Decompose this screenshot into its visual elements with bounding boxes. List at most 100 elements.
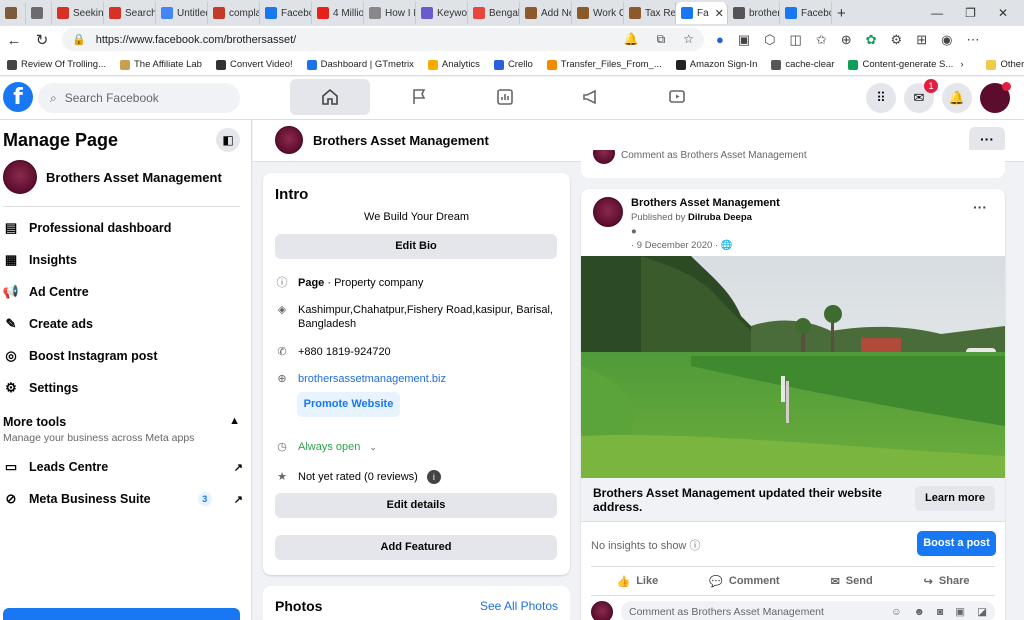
see-all-photos-link[interactable]: See All Photos — [480, 599, 558, 613]
browser-tab[interactable]: Keywor — [416, 2, 468, 24]
post-date[interactable]: · 9 December 2020 · 🌐 — [631, 240, 780, 251]
browser-tab[interactable]: Search — [104, 2, 156, 24]
sidebar-item-create-ads[interactable]: ✎ Create ads — [3, 316, 243, 332]
page-name[interactable]: Brothers Asset Management — [275, 126, 489, 154]
url-field[interactable]: 🔒 https://www.facebook.com/brothersasset… — [62, 28, 704, 51]
gif-icon[interactable]: ▣ — [955, 601, 965, 620]
bookmark-item[interactable]: The Affiliate Lab — [113, 59, 209, 70]
sidebar-item-leads-centre[interactable]: ▭ Leads Centre ↗ — [3, 459, 243, 475]
extension-icon[interactable]: ⊞ — [916, 32, 927, 48]
refresh-icon[interactable]: ↻ — [28, 31, 56, 49]
extension-icon[interactable]: ✿ — [866, 32, 877, 48]
sidebar-item-settings[interactable]: ⚙ Settings — [3, 380, 243, 396]
chevron-up-icon[interactable]: ▲ — [229, 415, 240, 427]
add-featured-button[interactable]: Add Featured — [275, 535, 557, 560]
bookmark-item[interactable]: Transfer_Files_From_... — [540, 59, 669, 70]
info-icon[interactable]: i — [426, 470, 441, 484]
previous-comment-input[interactable]: Comment as Brothers Asset Management — [621, 150, 807, 161]
close-icon[interactable]: ✕ — [715, 7, 724, 20]
emoji-icon[interactable]: ☻ — [914, 601, 925, 620]
browser-tab[interactable]: brother — [728, 2, 780, 24]
facebook-logo[interactable]: f — [3, 82, 33, 112]
extension-icon[interactable]: ▣ — [738, 32, 750, 48]
bookmarks-overflow-icon[interactable]: › — [960, 59, 963, 70]
browser-tab[interactable]: Work C — [572, 2, 624, 24]
info-icon[interactable]: ⓘ — [689, 540, 700, 552]
bookmark-item[interactable]: Convert Video! — [209, 59, 300, 70]
browser-tab[interactable]: 4 Millio — [312, 2, 364, 24]
bookmark-item[interactable]: cache-clear — [764, 59, 841, 70]
sidebar-item-boost-instagram[interactable]: ◎ Boost Instagram post — [3, 348, 243, 364]
bookmark-item[interactable]: Review Of Trolling... — [0, 59, 113, 70]
sticker-icon[interactable]: ◪ — [977, 601, 987, 620]
edit-details-button[interactable]: Edit details — [275, 493, 557, 518]
bookmark-item[interactable]: Content-generate S... — [841, 59, 960, 70]
sidebar-item-meta-business-suite[interactable]: ⊘ Meta Business Suite 3 ↗ — [3, 491, 243, 507]
post-photo[interactable] — [581, 256, 1005, 478]
website-link[interactable]: brothersassetmanagement.biz — [298, 372, 446, 386]
tab-ads[interactable] — [548, 79, 634, 115]
publisher-name[interactable]: Dilruba Deepa — [688, 212, 752, 223]
sidebar-item-professional-dashboard[interactable]: ▤ Professional dashboard — [3, 220, 243, 236]
profile-icon[interactable]: ◉ — [941, 32, 952, 48]
more-tools-section[interactable]: More tools Manage your business across M… — [3, 415, 240, 444]
link-preview[interactable]: Brothers Asset Management updated their … — [581, 478, 1005, 522]
favorites-icon[interactable]: ✩ — [816, 32, 827, 48]
split-screen-icon[interactable]: ◫ — [790, 32, 802, 48]
menu-grid-button[interactable]: ⠿ — [866, 83, 896, 113]
bookmark-item[interactable]: Dashboard | GTmetrix — [300, 59, 421, 70]
sidebar-item-insights[interactable]: ▦ Insights — [3, 252, 243, 268]
messenger-button[interactable]: ✉ 1 — [904, 79, 938, 113]
notifications-button[interactable]: 🔔 — [942, 83, 972, 113]
extension-icon[interactable]: ⬡ — [764, 32, 775, 48]
post-author[interactable]: Brothers Asset Management — [631, 197, 780, 209]
share-button[interactable]: ↪ Share — [924, 575, 970, 588]
edit-bio-button[interactable]: Edit Bio — [275, 234, 557, 259]
browser-tab[interactable]: Facebo — [260, 2, 312, 24]
tab-insights[interactable] — [462, 79, 548, 115]
tab-pages[interactable] — [376, 79, 462, 115]
advertise-button[interactable] — [3, 608, 240, 620]
like-button[interactable]: 👍 Like — [616, 575, 658, 588]
sidebar-page-switcher[interactable]: Brothers Asset Management — [3, 160, 222, 194]
camera-icon[interactable]: ◙ — [937, 601, 943, 620]
comment-button[interactable]: 💬 Comment — [709, 575, 779, 588]
collections-icon[interactable]: ⊕ — [841, 32, 852, 48]
sidebar-item-ad-centre[interactable]: 📢 Ad Centre — [3, 284, 243, 300]
post-more-button[interactable]: ··· — [973, 199, 987, 215]
browser-tab[interactable]: Untitled — [156, 2, 208, 24]
tab-video[interactable] — [634, 79, 720, 115]
browser-tab[interactable]: Add Ne — [520, 2, 572, 24]
search-input[interactable]: ⌕ Search Facebook — [38, 83, 240, 113]
boost-post-button[interactable]: Boost a post — [917, 531, 996, 556]
hours-row[interactable]: ◷ Always open ⌄ — [275, 440, 557, 454]
browser-tab[interactable] — [0, 2, 26, 24]
extension-icon[interactable]: ● — [716, 32, 724, 48]
browser-tab[interactable]: Fa ✕ — [676, 2, 728, 24]
new-tab-button[interactable]: + — [832, 2, 851, 24]
avatar[interactable] — [593, 197, 623, 227]
comment-input[interactable]: Comment as Brothers Asset Management ☺ ☻… — [621, 601, 995, 620]
bookmark-item[interactable]: Amazon Sign-In — [669, 59, 765, 70]
tab-home[interactable] — [290, 79, 370, 115]
bookmark-item[interactable]: Crello — [487, 59, 540, 70]
send-button[interactable]: ✉ Send — [831, 575, 873, 588]
browser-tab[interactable] — [26, 2, 52, 24]
learn-more-button[interactable]: Learn more — [915, 486, 995, 511]
back-icon[interactable]: ← — [0, 32, 28, 49]
sidebar-toggle-button[interactable]: ◧ — [216, 128, 240, 152]
more-icon[interactable]: ⋯ — [966, 32, 979, 48]
minimize-icon[interactable]: — — [931, 6, 943, 20]
bell-icon[interactable]: 🔔 — [624, 32, 639, 47]
extensions-puzzle-icon[interactable]: ⚙ — [891, 32, 903, 48]
browser-tab[interactable]: Bengali — [468, 2, 520, 24]
browser-tab[interactable]: How I P — [364, 2, 416, 24]
browser-tab[interactable]: Facebo — [780, 2, 832, 24]
close-window-icon[interactable]: ✕ — [998, 6, 1008, 20]
restore-icon[interactable]: ❐ — [965, 6, 976, 20]
browser-tab[interactable]: compla — [208, 2, 260, 24]
avatar-sticker-icon[interactable]: ☺ — [891, 601, 902, 620]
open-app-icon[interactable]: ⧉ — [657, 32, 666, 47]
bookmark-item[interactable]: Analytics — [421, 59, 487, 70]
account-button[interactable] — [980, 82, 1011, 113]
